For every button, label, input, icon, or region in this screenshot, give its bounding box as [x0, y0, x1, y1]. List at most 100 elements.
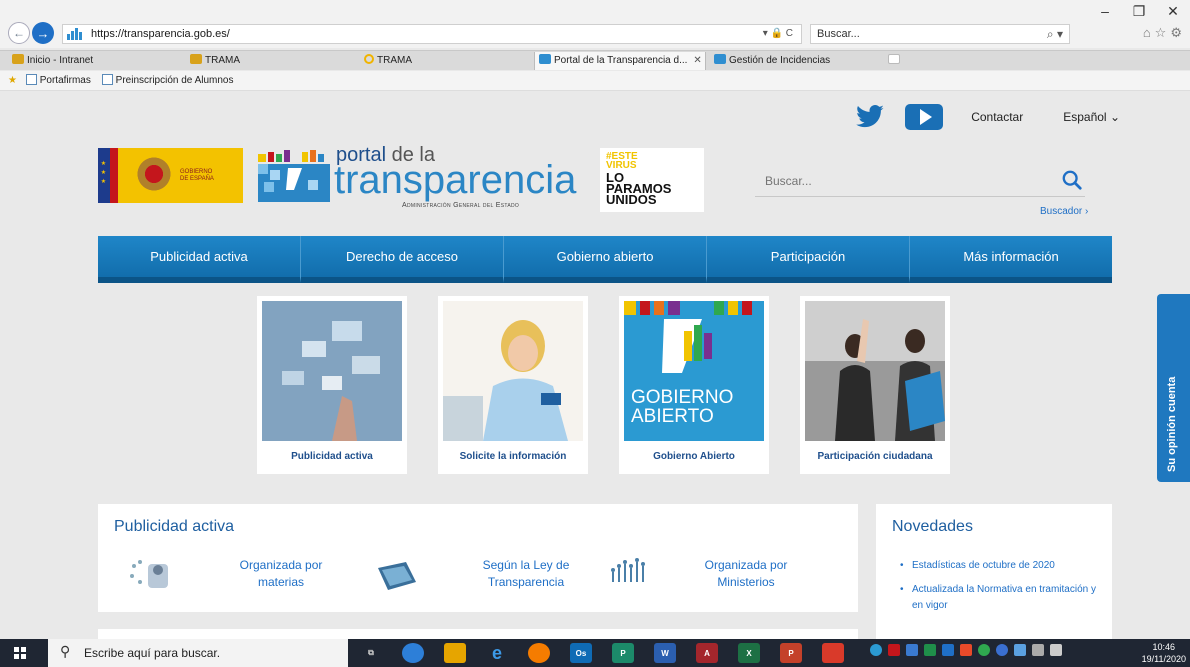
pub-item-line2: Transparencia [487, 575, 565, 589]
word-icon[interactable]: W [654, 643, 676, 663]
file-explorer-icon[interactable] [444, 643, 466, 663]
access-icon[interactable]: A [696, 643, 718, 663]
next-section-card [98, 629, 858, 639]
new-tab-button[interactable] [884, 52, 904, 70]
outlook-icon[interactable]: Os [570, 643, 592, 663]
link-organizada-ministerios[interactable]: Organizada por Ministerios [606, 554, 806, 594]
restore-button[interactable]: ❐ [1122, 0, 1156, 22]
nav-publicidad-activa[interactable]: Publicidad activa [98, 236, 301, 283]
taskbar-search-text: Escribe aquí para buscar. [84, 646, 221, 660]
browser-search-placeholder: Buscar... [817, 28, 860, 40]
contact-link[interactable]: Contactar [971, 110, 1023, 124]
tray-app-icon[interactable] [924, 644, 936, 656]
card-label: Solicite la información [459, 451, 567, 462]
clock-time: 10:46 [1152, 642, 1176, 652]
task-view-icon[interactable]: ⧉ [360, 643, 382, 663]
twitter-icon[interactable] [855, 102, 885, 132]
materias-icon [130, 560, 168, 588]
back-button[interactable]: ← [8, 22, 30, 44]
card-gobierno-abierto[interactable]: GOBIERNO ABIERTO Gobierno Abierto [619, 296, 769, 474]
powerpoint-icon[interactable]: P [780, 643, 802, 663]
tray-app-icon[interactable] [906, 644, 918, 656]
site-search-input[interactable] [765, 174, 1045, 188]
coat-of-arms-icon [134, 155, 174, 196]
language-label: Español [1063, 110, 1107, 124]
search-icon[interactable] [1061, 169, 1083, 191]
tab-trama[interactable]: TRAMA [186, 52, 356, 70]
ministerios-icon [611, 558, 645, 582]
browser-search-input[interactable]: Buscar... ⌕ ▾ [810, 24, 1070, 44]
card-solicite-informacion[interactable]: Solicite la información [438, 296, 588, 474]
tray-app-icon[interactable] [1014, 644, 1026, 656]
novedad-item[interactable]: Actualizada la Normativa en tramitación … [900, 582, 1100, 614]
buscador-link[interactable]: Buscador › [1040, 206, 1088, 217]
tray-app-icon[interactable] [888, 644, 900, 656]
nav-derecho-acceso[interactable]: Derecho de acceso [301, 236, 504, 283]
language-selector[interactable]: Español ⌄ [1063, 110, 1120, 124]
internet-explorer-icon[interactable]: e [486, 643, 508, 663]
acrobat-icon[interactable] [822, 643, 844, 663]
forward-button[interactable]: → [32, 22, 54, 44]
chevron-down-icon: ⌄ [1109, 110, 1120, 124]
taskbar-clock[interactable]: 10:46 19/11/2020 [1142, 641, 1186, 665]
close-tab-icon[interactable]: ✕ [693, 55, 701, 66]
card-label: Participación ciudadana [817, 451, 933, 462]
nav-mas-informacion[interactable]: Más información [910, 236, 1112, 283]
tray-app-icon[interactable] [942, 644, 954, 656]
card-participacion-ciudadana[interactable]: Participación ciudadana [800, 296, 950, 474]
ie-icon [364, 54, 374, 64]
link-organizada-materias[interactable]: Organizada por materias [126, 554, 336, 594]
youtube-icon[interactable] [905, 104, 944, 130]
page-icon [101, 74, 113, 85]
publicidad-activa-image [262, 301, 402, 441]
volume-icon[interactable] [1050, 644, 1062, 656]
publicidad-activa-section: Publicidad activa Organizada por materia… [98, 504, 858, 612]
feedback-tab-label: Su opinión cuenta [1166, 376, 1178, 472]
tab-portal-transparencia[interactable]: Portal de la Transparencia d... ✕ [534, 52, 706, 70]
address-url: https://transparencia.gob.es/ [91, 28, 230, 40]
nav-participacion[interactable]: Participación [707, 236, 910, 283]
nav-gobierno-abierto[interactable]: Gobierno abierto [504, 236, 707, 283]
tab-trama-2[interactable]: TRAMA [360, 52, 530, 70]
portal-transparencia-logo[interactable]: portal de la transparencia Administració… [258, 144, 598, 214]
minimize-button[interactable]: – [1088, 0, 1122, 22]
intranet-icon [12, 54, 24, 64]
windows-start-icon[interactable] [14, 647, 26, 659]
search-icon[interactable]: ⌕ ▾ [1047, 27, 1063, 42]
pub-item-line2: materias [257, 575, 304, 589]
tray-app-icon[interactable] [960, 644, 972, 656]
address-bar[interactable]: https://transparencia.gob.es/ ▾ 🔒 C [62, 24, 802, 44]
tray-app-icon[interactable] [996, 644, 1008, 656]
feedback-tab[interactable]: Su opinión cuenta [1157, 294, 1190, 482]
window-controls: – ❐ ✕ [1088, 0, 1190, 22]
pub-item-line1: Organizada por [704, 558, 788, 572]
address-tools-icon[interactable]: ▾ 🔒 C [763, 28, 793, 39]
network-icon[interactable] [1032, 644, 1044, 656]
pub-item-text: Según la Ley de Transparencia [466, 557, 586, 591]
tab-intranet[interactable]: Inicio - Intranet [8, 52, 208, 70]
novedad-item[interactable]: Estadísticas de octubre de 2020 [900, 558, 1100, 574]
edge-icon[interactable] [402, 643, 424, 663]
firefox-icon[interactable] [528, 643, 550, 663]
project-icon[interactable]: P [612, 643, 634, 663]
portal-logo-icon [258, 150, 330, 202]
taskbar-apps: ⧉ e Os P W A X P [360, 643, 864, 663]
card-publicidad-activa[interactable]: Publicidad activa [257, 296, 407, 474]
tray-app-icon[interactable] [978, 644, 990, 656]
administracion-text: Administración General del Estado [402, 202, 520, 209]
close-window-button[interactable]: ✕ [1156, 0, 1190, 22]
este-virus-logo[interactable]: #ESTE VIRUS LO PARAMOS UNIDOS [600, 148, 704, 212]
taskbar-search[interactable]: ⚲ Escribe aquí para buscar. [48, 639, 348, 667]
favorites-star-icon[interactable]: ★ [8, 75, 17, 86]
excel-icon[interactable]: X [738, 643, 760, 663]
link-segun-ley[interactable]: Según la Ley de Transparencia [372, 554, 586, 594]
gobierno-text: GOBIERNO DE ESPAÑA [180, 168, 214, 182]
favorite-preinscripcion[interactable]: Preinscripción de Alumnos [101, 74, 234, 86]
tab-gestion-incidencias[interactable]: Gestión de Incidencias [710, 52, 880, 70]
tray-app-icon[interactable] [870, 644, 882, 656]
browser-toolbar-icons[interactable]: ⌂☆⚙ [1143, 25, 1186, 41]
novedades-list: Estadísticas de octubre de 2020 Actualiz… [900, 558, 1100, 622]
windows-taskbar: ⚲ Escribe aquí para buscar. ⧉ e Os P W A… [0, 639, 1190, 667]
favorite-portafirmas[interactable]: Portafirmas [25, 74, 91, 86]
gobierno-espana-logo[interactable]: GOBIERNO DE ESPAÑA [98, 148, 243, 203]
